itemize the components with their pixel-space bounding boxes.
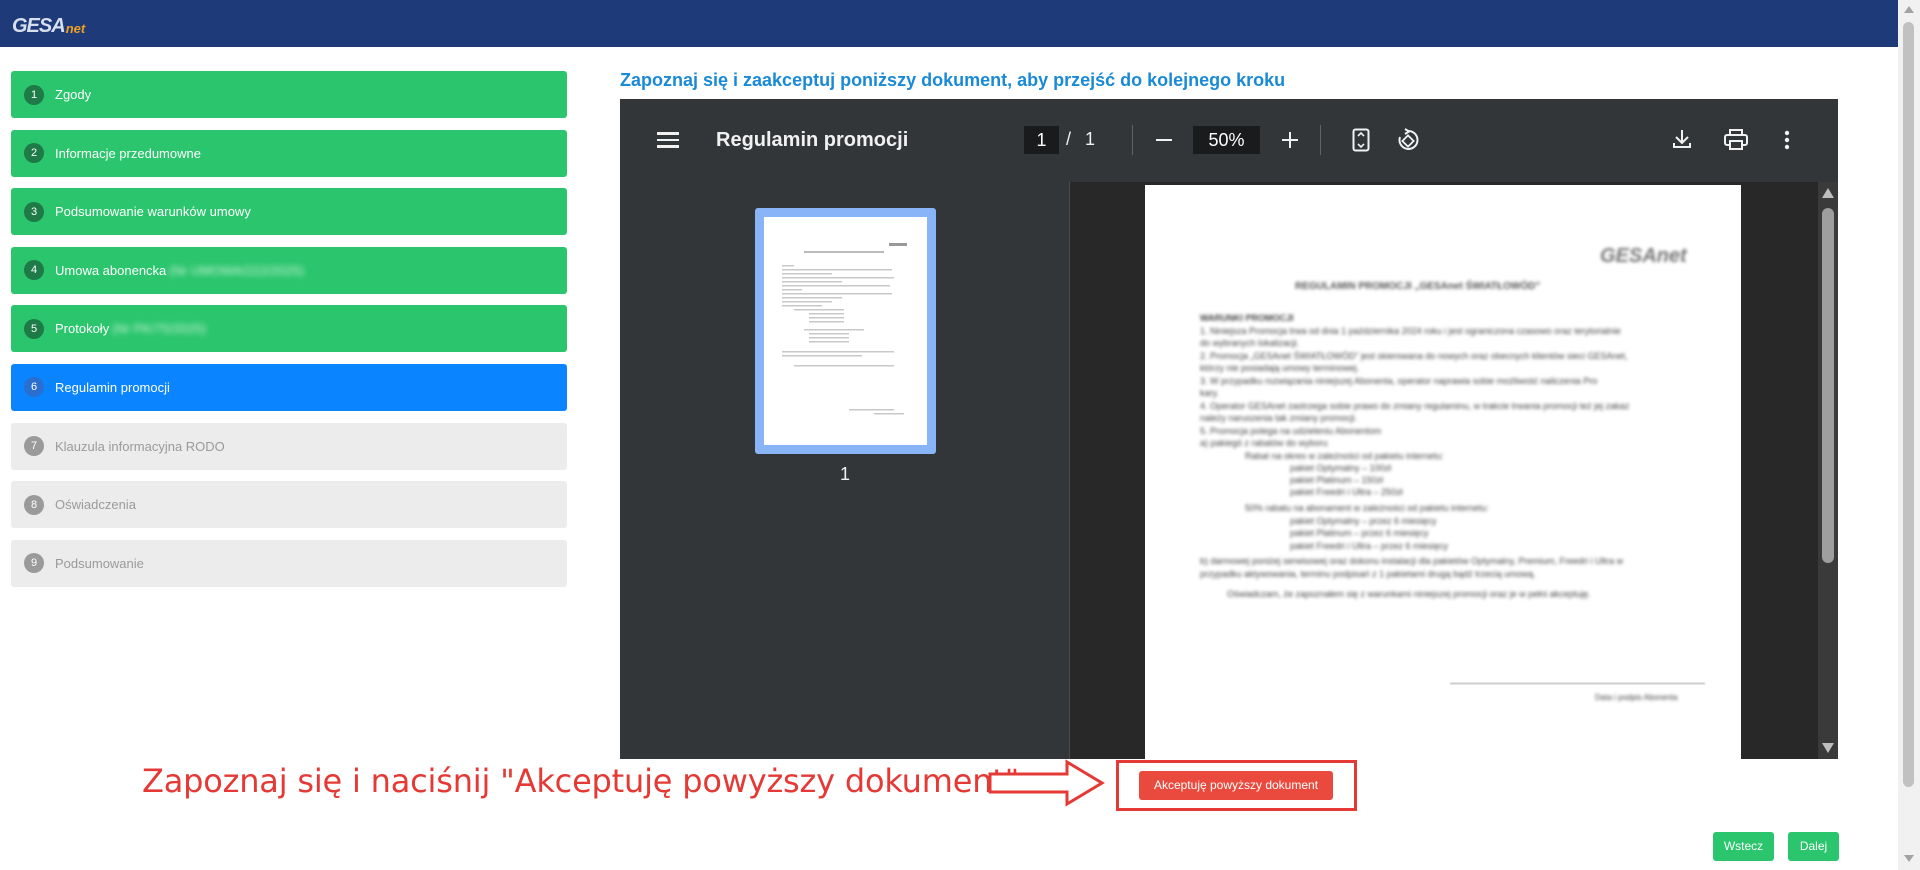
pdf-viewer: Regulamin promocji 1 / 1 50% 1 GESAnet R… xyxy=(620,99,1838,759)
document-line: należy naruszenia tak zmiany promocji. xyxy=(1200,413,1358,423)
accept-document-button[interactable]: Akceptuję powyższy dokument xyxy=(1139,771,1333,800)
logo-suffix: net xyxy=(65,21,86,36)
zoom-level[interactable]: 50% xyxy=(1193,126,1260,154)
zoom-in-icon[interactable] xyxy=(1281,131,1299,154)
thumbnail-page xyxy=(764,217,927,445)
document-line: Data i podpis Abonenta xyxy=(1595,693,1678,702)
step-label: Podsumowanie warunków umowy xyxy=(55,204,251,220)
steps-list: 1 Zgody 2 Informacje przedumowne 3 Podsumowan… xyxy=(11,71,567,598)
step-item[interactable]: 7 Klauzula informacyjna RODO xyxy=(11,422,567,470)
document-line: 50% rabatu na abonament w zależności od … xyxy=(1245,503,1489,513)
logo-text: GESA xyxy=(12,15,66,37)
gesanet-logo[interactable]: GESA net xyxy=(12,8,85,38)
document-line: 3. W przypadku rozwiązania niniejszej Ab… xyxy=(1200,376,1598,386)
document-line: 2. Promocja „GESAnet ŚWIATŁOWÓD” jest sk… xyxy=(1200,351,1628,361)
step-number: 7 xyxy=(24,436,44,457)
document-line: 5. Promocja polega na udzieleniu Abonent… xyxy=(1200,426,1382,436)
toolbar-divider xyxy=(1132,125,1133,155)
next-button[interactable]: Dalej xyxy=(1788,832,1839,861)
step-item[interactable]: 5 Protokoły (Nr PK/75/2025) xyxy=(11,305,567,353)
step-label: Umowa abonencka xyxy=(55,262,167,278)
scrollbar-thumb[interactable] xyxy=(1903,22,1914,787)
document-line: pakiet Optymalny – 100zł xyxy=(1290,463,1392,473)
pdf-title: Regulamin promocji xyxy=(716,129,909,151)
total-pages: 1 xyxy=(1085,129,1096,149)
print-icon[interactable] xyxy=(1724,129,1748,156)
step-number: 4 xyxy=(24,260,44,281)
page-heading: Zapoznaj się i zaakceptuj poniższy dokum… xyxy=(620,70,1286,90)
step-item[interactable]: 9 Podsumowanie xyxy=(11,539,567,587)
instruction-annotation: Zapoznaj się i naciśnij "Akceptuję powyż… xyxy=(142,762,1020,800)
step-item[interactable]: 3 Podsumowanie warunków umowy xyxy=(11,188,567,236)
document-line: do wybranych lokalizacji. xyxy=(1200,338,1300,348)
document-line: Rabat na okres w zależności od pakietu i… xyxy=(1245,451,1444,461)
document-line: którzy nie posiadają umowy terminowej. xyxy=(1200,363,1360,373)
step-item[interactable]: 2 Informacje przedumowne xyxy=(11,129,567,177)
step-label: Oświadczenia xyxy=(55,497,136,513)
step-number: 5 xyxy=(24,318,44,339)
more-options-icon[interactable] xyxy=(1784,130,1790,155)
fit-page-icon[interactable] xyxy=(1352,128,1370,157)
toolbar-divider xyxy=(1320,125,1321,155)
scrollbar-thumb[interactable] xyxy=(1822,208,1834,563)
step-item[interactable]: 4 Umowa abonencka (Nr UMOWA/222/2025) xyxy=(11,246,567,294)
document-line: Oświadczam, że zapoznałem się z warunkam… xyxy=(1227,589,1591,599)
scroll-down-icon[interactable] xyxy=(1822,743,1834,753)
document-logo: GESAnet xyxy=(1600,245,1687,267)
document-line: WARUNKI PROMOCJI xyxy=(1200,313,1294,323)
document-line: przypadku aktywowania, terminu podpisań … xyxy=(1200,569,1536,579)
document-line: pakiet Platinum – 150zł xyxy=(1290,475,1384,485)
step-number: 1 xyxy=(24,84,44,105)
thumbnail-sidebar: 1 xyxy=(620,182,1070,759)
document-line: b) darmowej poniżej serwisowej oraz doko… xyxy=(1200,556,1623,566)
step-number: 2 xyxy=(24,143,44,164)
page-scrollbar[interactable] xyxy=(1898,0,1920,870)
scroll-up-icon[interactable] xyxy=(1904,6,1914,13)
menu-icon[interactable] xyxy=(657,132,679,148)
scroll-up-icon[interactable] xyxy=(1822,188,1834,198)
document-pane: GESAnet REGULAMIN PROMOCJI „GESAnet ŚWIA… xyxy=(1071,182,1818,759)
document-line: pakiet Optymalny – przez 6 miesięcy xyxy=(1290,516,1437,526)
pdf-scrollbar[interactable] xyxy=(1818,182,1838,759)
arrow-right-icon xyxy=(987,758,1107,813)
download-icon[interactable] xyxy=(1672,128,1692,155)
top-bar: GESA net xyxy=(0,0,1898,47)
back-button[interactable]: Wstecz xyxy=(1713,832,1774,861)
step-item[interactable]: 8 Oświadczenia xyxy=(11,481,567,529)
page-number-input[interactable]: 1 xyxy=(1024,126,1059,154)
step-number: 6 xyxy=(24,377,44,398)
document-line: a) pakiegó z rabatów do wyboru xyxy=(1200,438,1328,448)
document-line: 4. Operator GESAnet zastrzega sobie praw… xyxy=(1200,401,1630,411)
page-separator: / xyxy=(1066,129,1072,149)
document-title: REGULAMIN PROMOCJI „GESAnet ŚWIATŁOWÓD” xyxy=(1295,281,1541,292)
step-number: 8 xyxy=(24,494,44,515)
document-line: pakiet Platinum – przez 6 miesięcy xyxy=(1290,528,1429,538)
step-label: Regulamin promocji xyxy=(55,379,170,395)
document-line: kary. xyxy=(1200,388,1219,398)
step-number: 3 xyxy=(24,201,44,222)
document-line: 1. Niniejsza Promocja trwa od dnia 1 paź… xyxy=(1200,326,1621,336)
rotate-icon[interactable] xyxy=(1396,128,1420,157)
page-thumbnail[interactable] xyxy=(755,208,936,454)
pdf-toolbar: Regulamin promocji 1 / 1 50% xyxy=(620,99,1838,182)
thumbnail-page-number: 1 xyxy=(840,464,851,484)
step-label: Informacje przedumowne xyxy=(55,145,201,161)
step-item[interactable]: 1 Zgody xyxy=(11,71,567,118)
step-item[interactable]: 6 Regulamin promocji xyxy=(11,363,567,411)
step-label: Klauzula informacyjna RODO xyxy=(55,438,225,454)
document-line: pakiet Freedri i Ultra – przez 6 miesięc… xyxy=(1290,541,1449,551)
step-number: 9 xyxy=(24,553,44,574)
zoom-out-icon[interactable] xyxy=(1155,131,1173,154)
signature-line xyxy=(1450,683,1705,684)
step-reference: (Nr PK/75/2025) xyxy=(112,321,207,337)
step-label: Podsumowanie xyxy=(55,555,144,571)
document-page: GESAnet REGULAMIN PROMOCJI „GESAnet ŚWIA… xyxy=(1145,185,1741,759)
step-reference: (Nr UMOWA/222/2025) xyxy=(169,262,304,278)
scroll-down-icon[interactable] xyxy=(1904,855,1914,862)
document-line: pakiet Freedri i Ultra – 250zł xyxy=(1290,487,1403,497)
step-label: Protokoły xyxy=(55,321,110,337)
step-label: Zgody xyxy=(55,87,92,102)
